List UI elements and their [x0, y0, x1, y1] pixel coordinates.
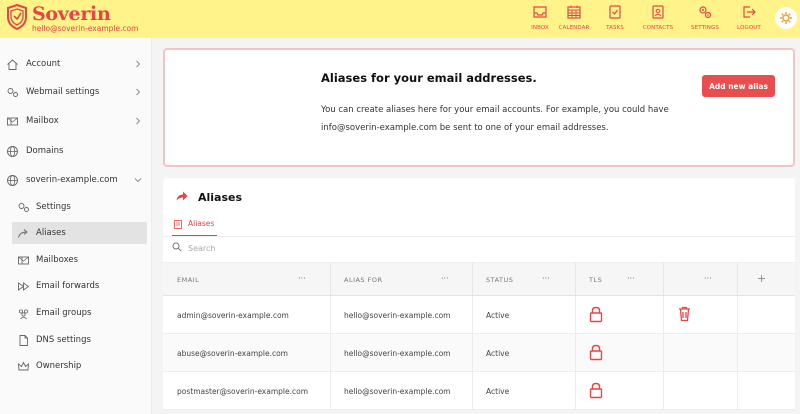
intro-title: Aliases for your email addresses.: [321, 71, 537, 85]
tab-divider: [163, 236, 795, 237]
nav-contacts[interactable]: CONTACTS: [638, 3, 678, 31]
sidebar-subitem-aliases[interactable]: Aliases: [12, 222, 147, 244]
preferences-button[interactable]: [775, 7, 797, 29]
sidebar: Account Webmail settings Mailbox Domains…: [0, 38, 152, 414]
email-cell: abuse@soverin-example.com: [177, 348, 288, 358]
home-icon: [7, 58, 18, 70]
table-row[interactable]: admin@soverin-example.com hello@soverin-…: [163, 296, 795, 334]
brand-name: Soverin: [32, 3, 111, 25]
crown-icon: [17, 360, 30, 370]
sidebar-item-domain-soverin[interactable]: soverin-example.com: [0, 169, 152, 191]
add-column-button[interactable]: +: [757, 272, 766, 285]
email-cell: postmaster@soverin-example.com: [177, 386, 309, 396]
tasks-icon: [609, 5, 621, 19]
add-new-alias-button[interactable]: Add new alias: [702, 75, 775, 97]
mailbox-icon: [7, 117, 18, 125]
sidebar-subitem-email-forwards[interactable]: Email forwards: [12, 275, 147, 297]
brand-logo[interactable]: Soverin hello@soverin-example.com: [6, 4, 138, 33]
lock-icon: [589, 306, 603, 323]
sidebar-item-mailbox[interactable]: Mailbox: [0, 110, 152, 132]
column-menu-tls[interactable]: ···: [627, 274, 635, 283]
settings-icon: [699, 6, 712, 19]
globe-icon: [7, 174, 18, 186]
forward-arrow-icon: [176, 191, 188, 201]
sidebar-subitem-email-groups[interactable]: Email groups: [12, 302, 147, 324]
tab-aliases[interactable]: Aliases: [172, 214, 217, 237]
logout-icon: [743, 6, 756, 18]
column-header-status[interactable]: STATUS: [486, 263, 513, 297]
search-icon: [172, 242, 182, 252]
intro-description: You can create aliases here for your ema…: [321, 105, 669, 133]
chevron-right-icon: [136, 60, 141, 68]
chevron-right-icon: [136, 117, 141, 125]
account-email: hello@soverin-example.com: [32, 24, 139, 33]
sidebar-subitem-settings[interactable]: Settings: [12, 196, 147, 218]
column-menu-actions[interactable]: ···: [704, 274, 712, 283]
column-header-alias-for[interactable]: ALIAS FOR: [344, 263, 383, 297]
list-icon: [174, 220, 182, 229]
delete-icon[interactable]: [678, 306, 691, 322]
lock-icon: [589, 344, 603, 361]
nav-settings[interactable]: SETTINGS: [685, 3, 725, 31]
sidebar-item-domains[interactable]: Domains: [0, 140, 152, 162]
contacts-icon: [652, 5, 664, 19]
shield-logo-icon: [7, 4, 27, 30]
column-menu-email[interactable]: ···: [298, 274, 306, 283]
gears-icon: [7, 87, 18, 97]
nav-calendar[interactable]: CALENDAR: [554, 3, 594, 31]
search-input[interactable]: [188, 241, 438, 255]
calendar-icon: [567, 5, 581, 19]
email-cell: admin@soverin-example.com: [177, 310, 289, 320]
aliases-intro-card: Aliases for your email addresses. You ca…: [163, 48, 795, 167]
alias-for-cell: hello@soverin-example.com: [344, 310, 451, 320]
sidebar-item-webmail-settings[interactable]: Webmail settings: [0, 81, 152, 103]
status-cell: Active: [486, 348, 510, 358]
gears-icon: [18, 202, 29, 212]
status-cell: Active: [486, 310, 510, 320]
globe-icon: [7, 145, 18, 157]
chevron-right-icon: [136, 88, 141, 96]
status-cell: Active: [486, 386, 510, 396]
column-header-email[interactable]: EMAIL: [177, 263, 199, 297]
document-icon: [19, 334, 28, 346]
search-bar: [172, 241, 472, 257]
fast-forward-icon: [18, 281, 30, 291]
sidebar-subitem-dns-settings[interactable]: DNS settings: [12, 329, 147, 351]
sidebar-subitem-mailboxes[interactable]: Mailboxes: [12, 249, 147, 271]
table-row[interactable]: postmaster@soverin-example.com hello@sov…: [163, 372, 795, 410]
sidebar-subitem-ownership[interactable]: Ownership: [12, 355, 147, 377]
table-row[interactable]: abuse@soverin-example.com hello@soverin-…: [163, 334, 795, 372]
aliases-panel: Aliases Aliases EMAIL ··· ALIAS FOR ··· …: [163, 178, 795, 410]
column-menu-alias-for[interactable]: ···: [441, 274, 449, 283]
panel-header: Aliases: [163, 178, 795, 214]
alias-for-cell: hello@soverin-example.com: [344, 386, 451, 396]
column-header-tls[interactable]: TLS: [589, 263, 602, 297]
group-icon: [19, 309, 29, 319]
gear-icon: [780, 12, 792, 24]
column-menu-status[interactable]: ···: [542, 274, 550, 283]
sidebar-item-account[interactable]: Account: [0, 53, 152, 75]
nav-tasks[interactable]: TASKS: [595, 3, 635, 31]
nav-logout[interactable]: LOGOUT: [729, 3, 769, 31]
lock-icon: [589, 382, 603, 399]
table-header: EMAIL ··· ALIAS FOR ··· STATUS ··· TLS ·…: [163, 262, 795, 297]
forward-arrow-icon: [18, 228, 28, 238]
top-bar: Soverin hello@soverin-example.com INBOX …: [0, 0, 800, 38]
alias-for-cell: hello@soverin-example.com: [344, 348, 451, 358]
chevron-down-icon: [134, 178, 142, 183]
panel-title: Aliases: [198, 191, 243, 204]
inbox-icon: [533, 6, 547, 18]
mailbox-icon: [18, 256, 29, 264]
